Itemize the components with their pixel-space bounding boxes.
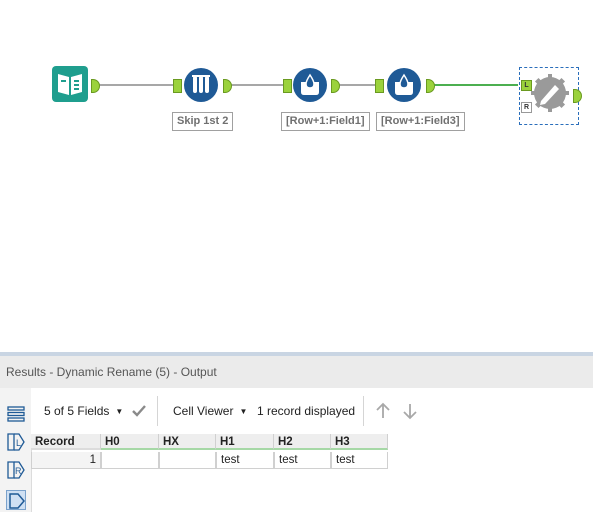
row-number-cell[interactable]: 1 [31, 452, 101, 469]
dynamic-rename-tool[interactable] [531, 74, 569, 112]
sample-input-anchor[interactable] [173, 79, 182, 93]
formula1-output-anchor[interactable] [331, 79, 340, 93]
formula2-input-anchor[interactable] [375, 79, 384, 93]
column-header-hx[interactable]: HX [159, 434, 216, 450]
formula-tool-2[interactable] [387, 68, 421, 102]
output-anchor-icon[interactable] [6, 490, 26, 510]
input-output-anchor[interactable] [91, 79, 100, 93]
connection-formula1-to-formula2[interactable] [339, 84, 375, 86]
formula2-annotation: [Row+1:Field3] [376, 112, 465, 131]
column-header-h2[interactable]: H2 [274, 434, 331, 450]
book-icon [58, 74, 82, 95]
beaker-drop-icon [301, 73, 319, 95]
svg-text:L: L [16, 438, 21, 448]
table-cell-hx[interactable] [159, 452, 216, 469]
table-cell-h3[interactable]: test [331, 452, 388, 469]
results-title: Results - Dynamic Rename (5) - Output [0, 356, 593, 388]
svg-text:R: R [15, 466, 22, 476]
table-cell-h0[interactable] [101, 452, 159, 469]
formula2-output-anchor[interactable] [426, 79, 435, 93]
results-side-rail: L R [0, 388, 32, 512]
table-cell-h2[interactable]: test [274, 452, 331, 469]
column-header-h3[interactable]: H3 [331, 434, 388, 450]
beaker-drop-icon [395, 73, 413, 95]
arrow-up-icon[interactable] [375, 402, 391, 420]
cell-viewer-label: Cell Viewer [173, 404, 234, 418]
toolbar-divider [363, 396, 364, 426]
test-tubes-icon [192, 75, 210, 93]
chevron-down-icon: ▼ [115, 407, 124, 417]
table-cell-h1[interactable]: test [216, 452, 274, 469]
input-data-tool[interactable] [52, 66, 88, 102]
gear-pencil-icon [531, 74, 569, 112]
connection-sample-to-formula1[interactable] [231, 84, 289, 86]
results-toolbar: 5 of 5 Fields ▼ Cell Viewer ▼ 1 record dis… [31, 388, 593, 434]
sample-tool[interactable] [184, 68, 218, 102]
record-count: 1 record displayed [257, 404, 356, 418]
workflow-canvas[interactable]: Skip 1st 2 [Row+1:Field1] [Row+1:Field3]… [0, 0, 593, 352]
arrow-down-icon[interactable] [402, 402, 418, 420]
fields-dropdown-label: 5 of 5 Fields [44, 404, 110, 418]
rows-icon[interactable] [6, 404, 26, 424]
connection-formula2-to-dynamic-rename[interactable] [434, 84, 518, 86]
chevron-down-icon: ▼ [239, 407, 248, 417]
column-header-record[interactable]: Record [31, 434, 101, 450]
left-anchor-icon[interactable]: L [6, 432, 26, 452]
check-icon[interactable] [131, 403, 147, 419]
sample-annotation: Skip 1st 2 [172, 112, 234, 131]
dynamic-rename-output-anchor[interactable] [573, 89, 582, 103]
formula1-annotation: [Row+1:Field1] [281, 112, 370, 131]
toolbar-divider [157, 396, 158, 426]
column-header-h1[interactable]: H1 [216, 434, 274, 450]
formula1-input-anchor[interactable] [283, 79, 292, 93]
column-header-h0[interactable]: H0 [101, 434, 159, 450]
cell-viewer-dropdown[interactable]: Cell Viewer ▼ [173, 404, 247, 418]
sample-output-anchor[interactable] [223, 79, 232, 93]
fields-dropdown[interactable]: 5 of 5 Fields ▼ [44, 404, 123, 418]
connection-input-to-sample[interactable] [99, 84, 173, 86]
formula-tool-1[interactable] [293, 68, 327, 102]
right-anchor-icon[interactable]: R [6, 460, 26, 480]
